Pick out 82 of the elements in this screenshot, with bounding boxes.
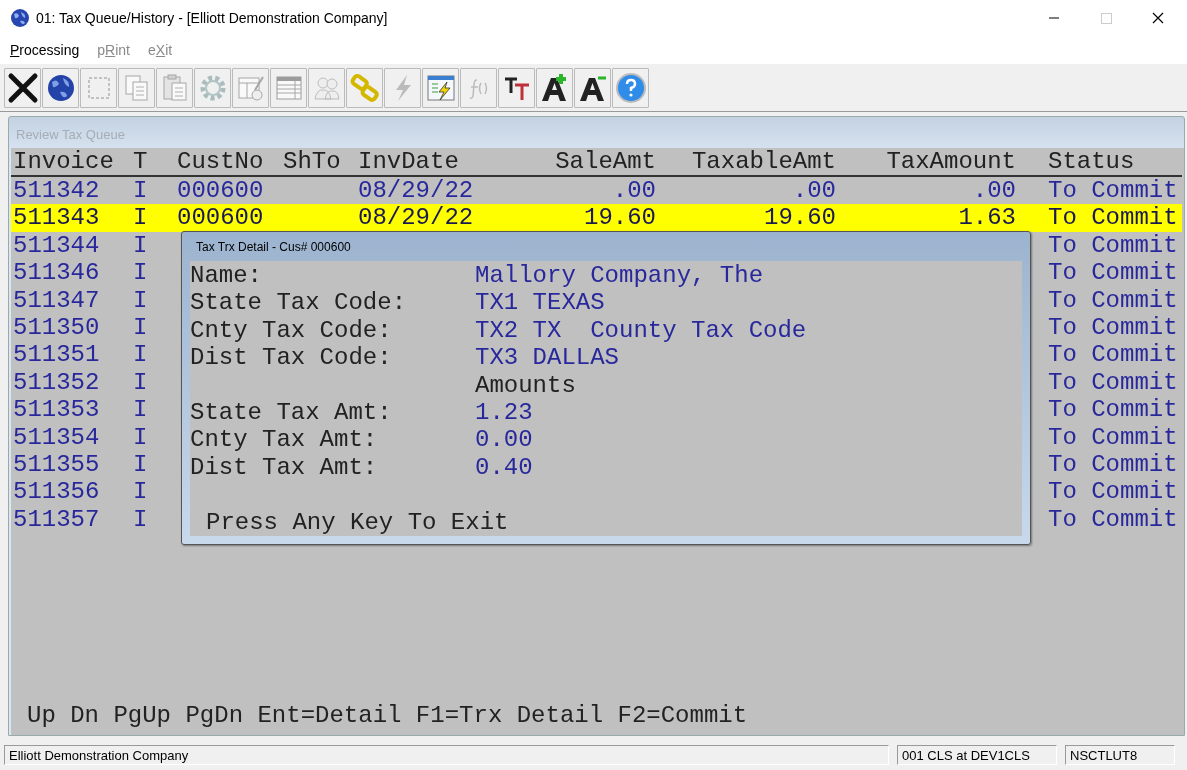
- key-hints: Up Dn PgUp PgDn Ent=Detail F1=Trx Detail F2=Commit: [26, 702, 749, 731]
- amount-cell: 1.63: [958, 204, 1016, 232]
- type-cell: I: [133, 231, 148, 259]
- invoice-cell: 511346: [13, 259, 100, 287]
- invoice-cell: 511357: [13, 505, 100, 533]
- amount-cell: .00: [612, 177, 656, 204]
- field-label: Dist Tax Code:: [190, 344, 393, 372]
- column-header: ShTo: [283, 148, 342, 176]
- status-panel: NSCTLUT8: [1065, 745, 1175, 765]
- field-label: Cnty Tax Code:: [190, 316, 393, 345]
- chain-icon: [348, 71, 381, 104]
- column-header: SaleAmt: [554, 148, 656, 176]
- type-cell: I: [133, 450, 148, 478]
- invoice-cell: 511355: [13, 450, 100, 478]
- column-header: T: [133, 148, 149, 176]
- toolbar-button[interactable]: [42, 67, 79, 108]
- dialog-title: Tax Trx Detail - Cus# 000600: [196, 239, 351, 254]
- globe-icon: [10, 8, 30, 28]
- field-value: TX3 DALLAS: [475, 344, 620, 372]
- type-cell: I: [133, 368, 148, 396]
- field-label: Name:: [190, 262, 263, 290]
- x-icon: [6, 71, 39, 104]
- column-header: CustNo: [177, 148, 265, 176]
- menu-item[interactable]: Processing: [10, 42, 80, 58]
- field-label: State Tax Amt:: [190, 399, 393, 427]
- type-cell: I: [133, 423, 148, 451]
- invoice-cell: 511356: [13, 478, 100, 506]
- column-header: Invoice: [13, 148, 115, 176]
- field-value: 0.00: [475, 426, 533, 454]
- invoice-cell: 511353: [13, 396, 100, 424]
- customer-cell: 000600: [177, 204, 264, 232]
- type-cell: I: [133, 313, 148, 341]
- amount-cell: .00: [792, 177, 836, 204]
- type-cell: I: [133, 204, 148, 232]
- amount-cell: 19.60: [764, 204, 836, 232]
- toolbar-button[interactable]: [4, 67, 41, 108]
- customer-cell: 000600: [177, 177, 264, 204]
- field-value: 0.40: [475, 453, 533, 482]
- field-value: 1.23: [475, 399, 533, 427]
- field-value: TX1 TEXAS: [475, 289, 605, 317]
- column-header: TaxAmount: [885, 148, 1016, 176]
- window-title: 01: Tax Queue/History - [Elliott Demonstration Company]: [36, 10, 388, 26]
- status-cell: To Commit: [1048, 204, 1178, 232]
- invoice-cell: 511350: [13, 313, 100, 341]
- help-icon: [614, 71, 647, 104]
- type-cell: I: [133, 177, 148, 204]
- invoice-cell: 511354: [13, 423, 100, 451]
- status-panel: 001 CLS at DEV1CLS: [897, 745, 1057, 765]
- section-heading: Amounts: [475, 371, 576, 400]
- invoice-cell: 511344: [13, 231, 100, 259]
- toolbar-button[interactable]: [498, 67, 535, 108]
- invoice-cell: 511352: [13, 368, 100, 396]
- date-cell: 08/29/22: [358, 177, 474, 204]
- field-label: Cnty Tax Amt:: [190, 426, 379, 454]
- table-row[interactable]: 511342 I 000600 08/29/22 .00 .00 .00 To Commit: [11, 177, 1182, 205]
- field-value: TX2 TX County Tax Code: [475, 316, 807, 345]
- status-panel: Elliott Demonstration Company: [4, 745, 889, 765]
- invoice-cell: 511351: [13, 341, 100, 369]
- invoice-cell: 511342: [13, 177, 100, 204]
- type-cell: I: [133, 286, 148, 314]
- type-cell: I: [133, 259, 148, 287]
- type-cell: I: [133, 396, 148, 424]
- column-header: TaxableAmt: [690, 148, 836, 176]
- date-cell: 08/29/22: [358, 204, 474, 232]
- status-cell: To Commit: [1048, 478, 1178, 506]
- type-cell: I: [133, 478, 148, 506]
- amount-cell: 19.60: [584, 204, 656, 232]
- status-cell: To Commit: [1048, 177, 1178, 204]
- invoice-cell: 511347: [13, 286, 100, 314]
- column-header: Status: [1047, 148, 1136, 176]
- exit-prompt: Press Any Key To Exit: [205, 508, 510, 536]
- field-value: Mallory Company, The: [475, 262, 764, 290]
- column-header: InvDate: [358, 148, 460, 176]
- toolbar-button[interactable]: [574, 67, 611, 108]
- table-row[interactable]: 511343 I 000600 08/29/22 19.60 19.60 1.63 To Commit: [11, 204, 1182, 232]
- invoice-cell: 511343: [13, 204, 100, 232]
- type-cell: I: [133, 341, 148, 369]
- field-label: State Tax Code:: [190, 289, 408, 317]
- field-label: Dist Tax Amt:: [190, 453, 379, 482]
- amount-cell: .00: [972, 177, 1016, 204]
- type-cell: I: [133, 505, 148, 533]
- toolbar-button[interactable]: [536, 67, 573, 108]
